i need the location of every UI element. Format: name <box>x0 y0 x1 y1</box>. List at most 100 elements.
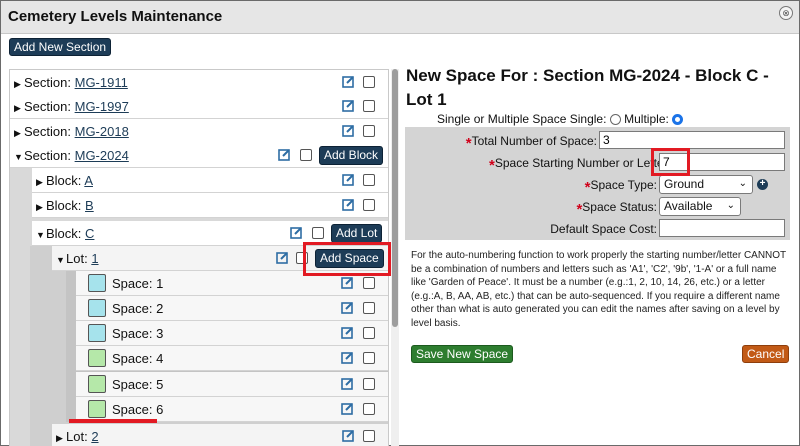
start-label: Space Starting Number or Letter: <box>494 156 659 170</box>
space-number: 1 <box>156 276 164 291</box>
tree-space-row[interactable]: Space: 5 <box>76 372 388 397</box>
tree-section-row-expanded[interactable]: ▼Section: MG-2024 Add Block <box>10 143 388 168</box>
chevron-down-icon: ⌄ <box>726 200 735 211</box>
select-checkbox[interactable] <box>363 199 375 211</box>
select-checkbox[interactable] <box>363 76 375 88</box>
caret-down-icon[interactable]: ▼ <box>14 152 24 162</box>
add-new-section-button[interactable]: Add New Section <box>9 38 112 56</box>
select-checkbox[interactable] <box>363 100 375 112</box>
tree-section-row[interactable]: ▶ Section: MG-1997 <box>10 94 388 119</box>
space-number: 2 <box>156 301 164 316</box>
add-type-icon[interactable]: + <box>757 179 768 190</box>
lot-link[interactable]: 1 <box>91 251 98 266</box>
add-lot-button[interactable]: Add Lot <box>331 224 383 243</box>
section-prefix: Section: <box>24 75 71 90</box>
section-link[interactable]: MG-2018 <box>75 124 129 139</box>
space-type-select[interactable]: Ground ⌄ <box>659 175 753 194</box>
space-number: 3 <box>156 326 164 341</box>
tree-block-row[interactable]: ▶ Block: B <box>32 193 388 218</box>
space-number: 4 <box>156 351 164 366</box>
tree-block-row[interactable]: ▶ Block: A <box>32 168 388 193</box>
space-status-value: Available <box>664 199 713 213</box>
select-checkbox[interactable] <box>363 174 375 186</box>
caret-down-icon[interactable]: ▼ <box>36 230 46 240</box>
caret-right-icon[interactable]: ▶ <box>36 202 46 213</box>
add-block-button[interactable]: Add Block <box>319 146 384 165</box>
space-status-swatch <box>88 400 106 418</box>
section-prefix: Section: <box>24 124 71 139</box>
total-row: *Total Number of Space: <box>405 131 790 152</box>
scrollbar-thumb[interactable] <box>392 69 398 327</box>
block-link[interactable]: A <box>84 173 93 188</box>
block-link[interactable]: B <box>85 198 94 213</box>
status-label: Space Status: <box>582 200 657 214</box>
multiple-radio[interactable] <box>672 114 684 125</box>
edit-icon[interactable] <box>342 124 355 137</box>
lot-prefix: Lot: <box>66 429 88 444</box>
block-link[interactable]: C <box>85 226 94 241</box>
save-new-space-button[interactable]: Save New Space <box>411 345 514 363</box>
space-status-swatch <box>88 349 106 367</box>
space-prefix: Space: <box>112 351 153 366</box>
caret-down-icon[interactable]: ▼ <box>56 255 66 265</box>
status-row: *Space Status: Available ⌄ <box>405 197 790 218</box>
block-prefix: Block: <box>46 226 82 241</box>
select-checkbox[interactable] <box>312 227 324 239</box>
select-checkbox[interactable] <box>363 378 375 390</box>
close-icon[interactable]: ⊗ <box>779 6 793 20</box>
space-type-value: Ground <box>664 177 705 191</box>
edit-icon[interactable] <box>341 351 354 364</box>
edit-icon[interactable] <box>276 251 289 264</box>
select-checkbox[interactable] <box>363 125 375 137</box>
space-status-select[interactable]: Available ⌄ <box>659 197 741 216</box>
select-checkbox[interactable] <box>363 403 375 415</box>
tree-space-row[interactable]: Space: 4 <box>76 346 388 371</box>
total-label: Total Number of Space: <box>471 134 597 148</box>
caret-right-icon[interactable]: ▶ <box>14 79 24 90</box>
select-checkbox[interactable] <box>363 302 375 314</box>
space-status-swatch <box>88 324 106 342</box>
total-spaces-input[interactable] <box>599 131 785 149</box>
edit-icon[interactable] <box>342 429 355 442</box>
edit-icon[interactable] <box>341 276 354 289</box>
tree-space-row[interactable]: Space: 3 <box>76 321 388 346</box>
caret-right-icon[interactable]: ▶ <box>36 177 46 188</box>
caret-right-icon[interactable]: ▶ <box>14 103 24 114</box>
caret-right-icon[interactable]: ▶ <box>14 128 24 139</box>
space-prefix: Space: <box>112 402 153 417</box>
default-cost-input[interactable] <box>659 219 785 237</box>
tree-space-row[interactable]: Space: 2 <box>76 296 388 321</box>
tree-lot-row[interactable]: ▶ Lot: 2 <box>52 424 388 446</box>
edit-icon[interactable] <box>290 226 303 239</box>
edit-icon[interactable] <box>342 75 355 88</box>
edit-icon[interactable] <box>342 173 355 186</box>
select-checkbox[interactable] <box>363 327 375 339</box>
new-space-underline <box>69 419 157 423</box>
caret-right-icon[interactable]: ▶ <box>56 433 66 444</box>
select-checkbox[interactable] <box>363 352 375 364</box>
edit-icon[interactable] <box>341 402 354 415</box>
section-link[interactable]: MG-1997 <box>75 99 129 114</box>
lot-link[interactable]: 2 <box>91 429 98 444</box>
select-checkbox[interactable] <box>363 430 375 442</box>
edit-icon[interactable] <box>278 148 291 161</box>
tree-section-row[interactable]: ▶ Section: MG-1911 <box>10 70 388 95</box>
new-space-form: *Total Number of Space: *Space Starting … <box>405 127 790 240</box>
select-checkbox[interactable] <box>300 149 312 161</box>
section-link[interactable]: MG-2024 <box>75 148 129 163</box>
tree-section-row[interactable]: ▶ Section: MG-2018 <box>10 119 388 144</box>
edit-icon[interactable] <box>341 377 354 390</box>
space-status-swatch <box>88 375 106 393</box>
select-checkbox[interactable] <box>363 277 375 289</box>
edit-icon[interactable] <box>342 198 355 211</box>
multiple-label: Multiple: <box>624 112 669 126</box>
cancel-button[interactable]: Cancel <box>742 345 790 363</box>
space-prefix: Space: <box>112 276 153 291</box>
edit-icon[interactable] <box>341 326 354 339</box>
edit-icon[interactable] <box>342 99 355 112</box>
section-link[interactable]: MG-1911 <box>75 75 128 90</box>
edit-icon[interactable] <box>341 301 354 314</box>
tree-scrollbar[interactable] <box>391 69 399 446</box>
block-prefix: Block: <box>46 173 82 188</box>
single-radio[interactable] <box>609 114 621 125</box>
